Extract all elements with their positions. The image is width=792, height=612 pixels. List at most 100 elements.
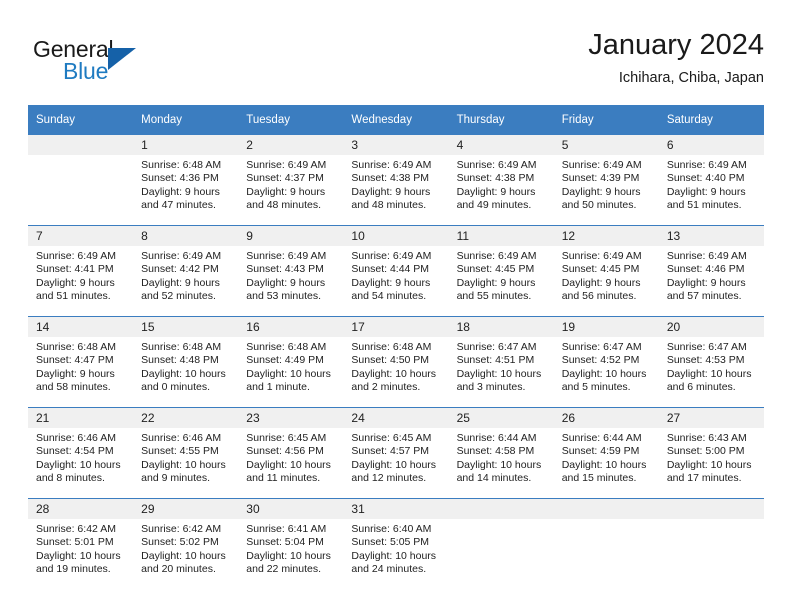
daylight-text-line1: Daylight: 9 hours (246, 276, 326, 289)
calendar-day-cell[interactable]: 15 Sunrise: 6:48 AM Sunset: 4:48 PM Dayligh… (133, 317, 239, 408)
day-number: 1 (133, 135, 239, 155)
day-details: Sunrise: 6:47 AM Sunset: 4:52 PM Daylight:… (554, 337, 659, 395)
day-details: Sunrise: 6:49 AM Sunset: 4:40 PM Daylight:… (659, 155, 764, 213)
day-details: Sunrise: 6:48 AM Sunset: 4:50 PM Daylight:… (343, 337, 448, 395)
calendar-day-cell[interactable]: 22 Sunrise: 6:46 AM Sunset: 4:55 PM Dayligh… (133, 408, 239, 499)
calendar-day-cell[interactable]: 21 Sunrise: 6:46 AM Sunset: 4:54 PM Dayligh… (28, 408, 134, 499)
calendar-day-cell[interactable]: 28 Sunrise: 6:42 AM Sunset: 5:01 PM Dayligh… (28, 499, 134, 590)
daylight-text-line2: and 11 minutes. (246, 472, 321, 485)
sunrise-text: Sunrise: 6:49 AM (351, 159, 432, 171)
day-number: 6 (658, 135, 764, 155)
calendar-day-cell[interactable]: 19 Sunrise: 6:47 AM Sunset: 4:52 PM Dayligh… (553, 317, 659, 408)
sunset-text: Sunset: 4:58 PM (456, 445, 535, 458)
calendar-page: General Blue January 2024 Ichihara, Chib… (0, 0, 792, 612)
day-details: Sunrise: 6:47 AM Sunset: 4:53 PM Daylight:… (659, 337, 764, 395)
daylight-text-line2: and 56 minutes. (561, 290, 637, 303)
daylight-text-line2: and 17 minutes. (666, 472, 742, 485)
daylight-text-line2: and 0 minutes. (141, 381, 211, 394)
calendar-day-cell[interactable]: 4 Sunrise: 6:49 AM Sunset: 4:38 PM Daylight… (448, 135, 554, 226)
daylight-text-line1: Daylight: 9 hours (36, 276, 115, 289)
day-details: Sunrise: 6:49 AM Sunset: 4:42 PM Daylight:… (133, 246, 238, 304)
brand-name-blue: Blue (63, 58, 109, 84)
page-subtitle: Ichihara, Chiba, Japan (618, 70, 764, 86)
daylight-text-line1: Daylight: 9 hours (246, 185, 326, 198)
calendar-day-cell[interactable]: 10 Sunrise: 6:49 AM Sunset: 4:44 PM Dayligh… (343, 226, 449, 317)
sunset-text: Sunset: 4:53 PM (666, 354, 745, 367)
calendar-day-cell[interactable]: 8 Sunrise: 6:49 AM Sunset: 4:42 PM Daylight… (133, 226, 239, 317)
daylight-text-line1: Daylight: 10 hours (246, 549, 331, 562)
calendar-body: 1 Sunrise: 6:48 AM Sunset: 4:36 PM Daylight… (28, 135, 764, 589)
day-details: Sunrise: 6:48 AM Sunset: 4:47 PM Daylight:… (28, 337, 133, 395)
day-number: 4 (448, 135, 554, 155)
daylight-text-line2: and 8 minutes. (36, 472, 105, 485)
day-number: 29 (133, 499, 239, 519)
sunrise-text: Sunrise: 6:49 AM (351, 250, 432, 262)
calendar-day-cell[interactable]: 1 Sunrise: 6:48 AM Sunset: 4:36 PM Daylight… (133, 135, 239, 226)
calendar-day-cell[interactable]: 2 Sunrise: 6:49 AM Sunset: 4:37 PM Daylight… (238, 135, 344, 226)
daylight-text-line1: Daylight: 10 hours (246, 458, 331, 471)
day-number (553, 499, 659, 519)
day-number: 26 (553, 408, 659, 428)
sunrise-text: Sunrise: 6:44 AM (456, 432, 537, 444)
calendar-day-cell[interactable]: 26 Sunrise: 6:44 AM Sunset: 4:59 PM Dayligh… (553, 408, 659, 499)
daylight-text-line1: Daylight: 10 hours (36, 549, 121, 562)
day-number: 23 (238, 408, 344, 428)
calendar-day-cell[interactable]: 16 Sunrise: 6:48 AM Sunset: 4:49 PM Dayligh… (238, 317, 344, 408)
title-block: January 2024 Ichihara, Chiba, Japan (588, 28, 764, 88)
day-number: 30 (238, 499, 344, 519)
calendar-day-cell[interactable]: 29 Sunrise: 6:42 AM Sunset: 5:02 PM Dayligh… (133, 499, 239, 590)
daylight-text-line2: and 20 minutes. (141, 563, 216, 576)
sunset-text: Sunset: 4:42 PM (141, 263, 219, 276)
daylight-text-line1: Daylight: 10 hours (246, 367, 331, 380)
calendar-day-cell[interactable]: 11 Sunrise: 6:49 AM Sunset: 4:45 PM Dayligh… (448, 226, 554, 317)
calendar-day-cell[interactable]: 25 Sunrise: 6:44 AM Sunset: 4:58 PM Dayligh… (448, 408, 554, 499)
triangle-icon (108, 48, 136, 70)
daylight-text-line2: and 5 minutes. (561, 381, 631, 394)
daylight-text-line1: Daylight: 9 hours (666, 276, 746, 289)
daylight-text-line1: Daylight: 10 hours (351, 458, 437, 471)
calendar-day-cell[interactable]: 17 Sunrise: 6:48 AM Sunset: 4:50 PM Dayligh… (343, 317, 449, 408)
sunset-text: Sunset: 5:05 PM (351, 536, 430, 549)
daylight-text-line1: Daylight: 9 hours (561, 185, 641, 198)
calendar-day-cell[interactable]: 7 Sunrise: 6:49 AM Sunset: 4:41 PM Daylight… (28, 226, 134, 317)
calendar-day-cell[interactable]: 23 Sunrise: 6:45 AM Sunset: 4:56 PM Dayligh… (238, 408, 344, 499)
calendar-day-cell[interactable]: 5 Sunrise: 6:49 AM Sunset: 4:39 PM Daylight… (553, 135, 659, 226)
calendar-day-cell[interactable]: 24 Sunrise: 6:45 AM Sunset: 4:57 PM Dayligh… (343, 408, 449, 499)
calendar-day-cell[interactable]: 20 Sunrise: 6:47 AM Sunset: 4:53 PM Dayligh… (658, 317, 764, 408)
calendar-day-cell[interactable]: 3 Sunrise: 6:49 AM Sunset: 4:38 PM Daylight… (343, 135, 449, 226)
calendar-day-cell[interactable]: 30 Sunrise: 6:41 AM Sunset: 5:04 PM Dayligh… (238, 499, 344, 590)
day-details: Sunrise: 6:45 AM Sunset: 4:56 PM Daylight:… (238, 428, 343, 486)
day-details: Sunrise: 6:41 AM Sunset: 5:04 PM Daylight:… (238, 519, 343, 577)
daylight-text-line1: Daylight: 10 hours (561, 367, 647, 380)
daylight-text-line1: Daylight: 9 hours (351, 276, 431, 289)
daylight-text-line2: and 50 minutes. (561, 199, 637, 212)
daylight-text-line1: Daylight: 10 hours (456, 367, 542, 380)
calendar-day-cell[interactable]: 6 Sunrise: 6:49 AM Sunset: 4:40 PM Daylight… (658, 135, 764, 226)
calendar-day-cell[interactable]: 12 Sunrise: 6:49 AM Sunset: 4:45 PM Dayligh… (553, 226, 659, 317)
calendar-day-cell[interactable]: 14 Sunrise: 6:48 AM Sunset: 4:47 PM Dayligh… (28, 317, 134, 408)
daylight-text-line2: and 22 minutes. (246, 563, 321, 576)
sunrise-text: Sunrise: 6:43 AM (666, 432, 747, 444)
sunset-text: Sunset: 4:44 PM (351, 263, 430, 276)
sunrise-text: Sunrise: 6:49 AM (456, 250, 537, 262)
daylight-text-line2: and 47 minutes. (141, 199, 216, 212)
sunset-text: Sunset: 4:48 PM (141, 354, 219, 367)
calendar-day-cell[interactable]: 9 Sunrise: 6:49 AM Sunset: 4:43 PM Daylight… (238, 226, 344, 317)
page-header: General Blue January 2024 Ichihara, Chib… (28, 28, 764, 92)
calendar-day-cell[interactable]: 18 Sunrise: 6:47 AM Sunset: 4:51 PM Dayligh… (448, 317, 554, 408)
day-details: Sunrise: 6:49 AM Sunset: 4:41 PM Daylight:… (28, 246, 133, 304)
calendar-day-cell[interactable]: 13 Sunrise: 6:49 AM Sunset: 4:46 PM Dayligh… (658, 226, 764, 317)
calendar-day-cell[interactable]: 27 Sunrise: 6:43 AM Sunset: 5:00 PM Dayligh… (658, 408, 764, 499)
daylight-text-line2: and 48 minutes. (246, 199, 321, 212)
calendar-week-row: 14 Sunrise: 6:48 AM Sunset: 4:47 PM Dayligh… (28, 316, 764, 408)
sunset-text: Sunset: 4:45 PM (561, 263, 640, 276)
calendar-day-cell[interactable]: 31 Sunrise: 6:40 AM Sunset: 5:05 PM Dayligh… (343, 499, 449, 590)
day-number: 18 (448, 317, 554, 337)
sunset-text: Sunset: 5:02 PM (141, 536, 219, 549)
daylight-text-line2: and 51 minutes. (666, 199, 742, 212)
day-details: Sunrise: 6:44 AM Sunset: 4:59 PM Daylight:… (554, 428, 659, 486)
day-details: Sunrise: 6:46 AM Sunset: 4:55 PM Daylight:… (133, 428, 238, 486)
calendar-table: Sunday Monday Tuesday Wednesday Thursday… (28, 105, 764, 589)
calendar-header-row: Sunday Monday Tuesday Wednesday Thursday… (28, 105, 764, 135)
day-number: 14 (28, 317, 134, 337)
